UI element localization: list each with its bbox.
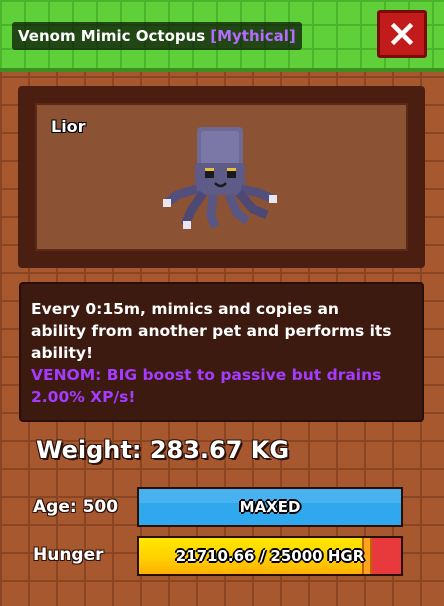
pet-nickname: Lior — [51, 117, 86, 136]
ability-description: Every 0:15m, mimics and copies an abilit… — [19, 282, 424, 422]
age-progress-bar: MAXED — [137, 487, 403, 527]
pet-weight: Weight: 283.67 KG — [36, 436, 290, 464]
age-label: Age: 500 — [33, 497, 119, 517]
hunger-bar-text: 21710.66 / 25000 HGR — [175, 547, 365, 565]
rarity-badge: [Mythical] — [210, 27, 296, 45]
close-icon — [390, 22, 414, 46]
venom-effect-line: VENOM: BIG boost to passive but drains — [31, 366, 382, 384]
pet-species-name: Venom Mimic Octopus — [18, 27, 206, 45]
close-button[interactable] — [377, 10, 427, 58]
ability-text-line: ability from another pet and performs it… — [31, 322, 392, 340]
pet-viewer: Lior — [35, 103, 408, 251]
venom-effect-line: 2.00% XP/s! — [31, 388, 136, 406]
hunger-label: Hunger — [33, 545, 104, 565]
header-bar: Venom Mimic Octopus [Mythical] — [0, 0, 444, 72]
pet-title: Venom Mimic Octopus [Mythical] — [12, 22, 302, 50]
ability-text-line: ability! — [31, 344, 94, 362]
hunger-progress-bar: 21710.66 / 25000 HGR — [137, 536, 403, 576]
octopus-pet-model — [163, 127, 277, 229]
pet-viewer-frame: Lior — [18, 86, 425, 268]
age-bar-text: MAXED — [239, 498, 301, 516]
ability-text-line: Every 0:15m, mimics and copies an — [31, 300, 339, 318]
